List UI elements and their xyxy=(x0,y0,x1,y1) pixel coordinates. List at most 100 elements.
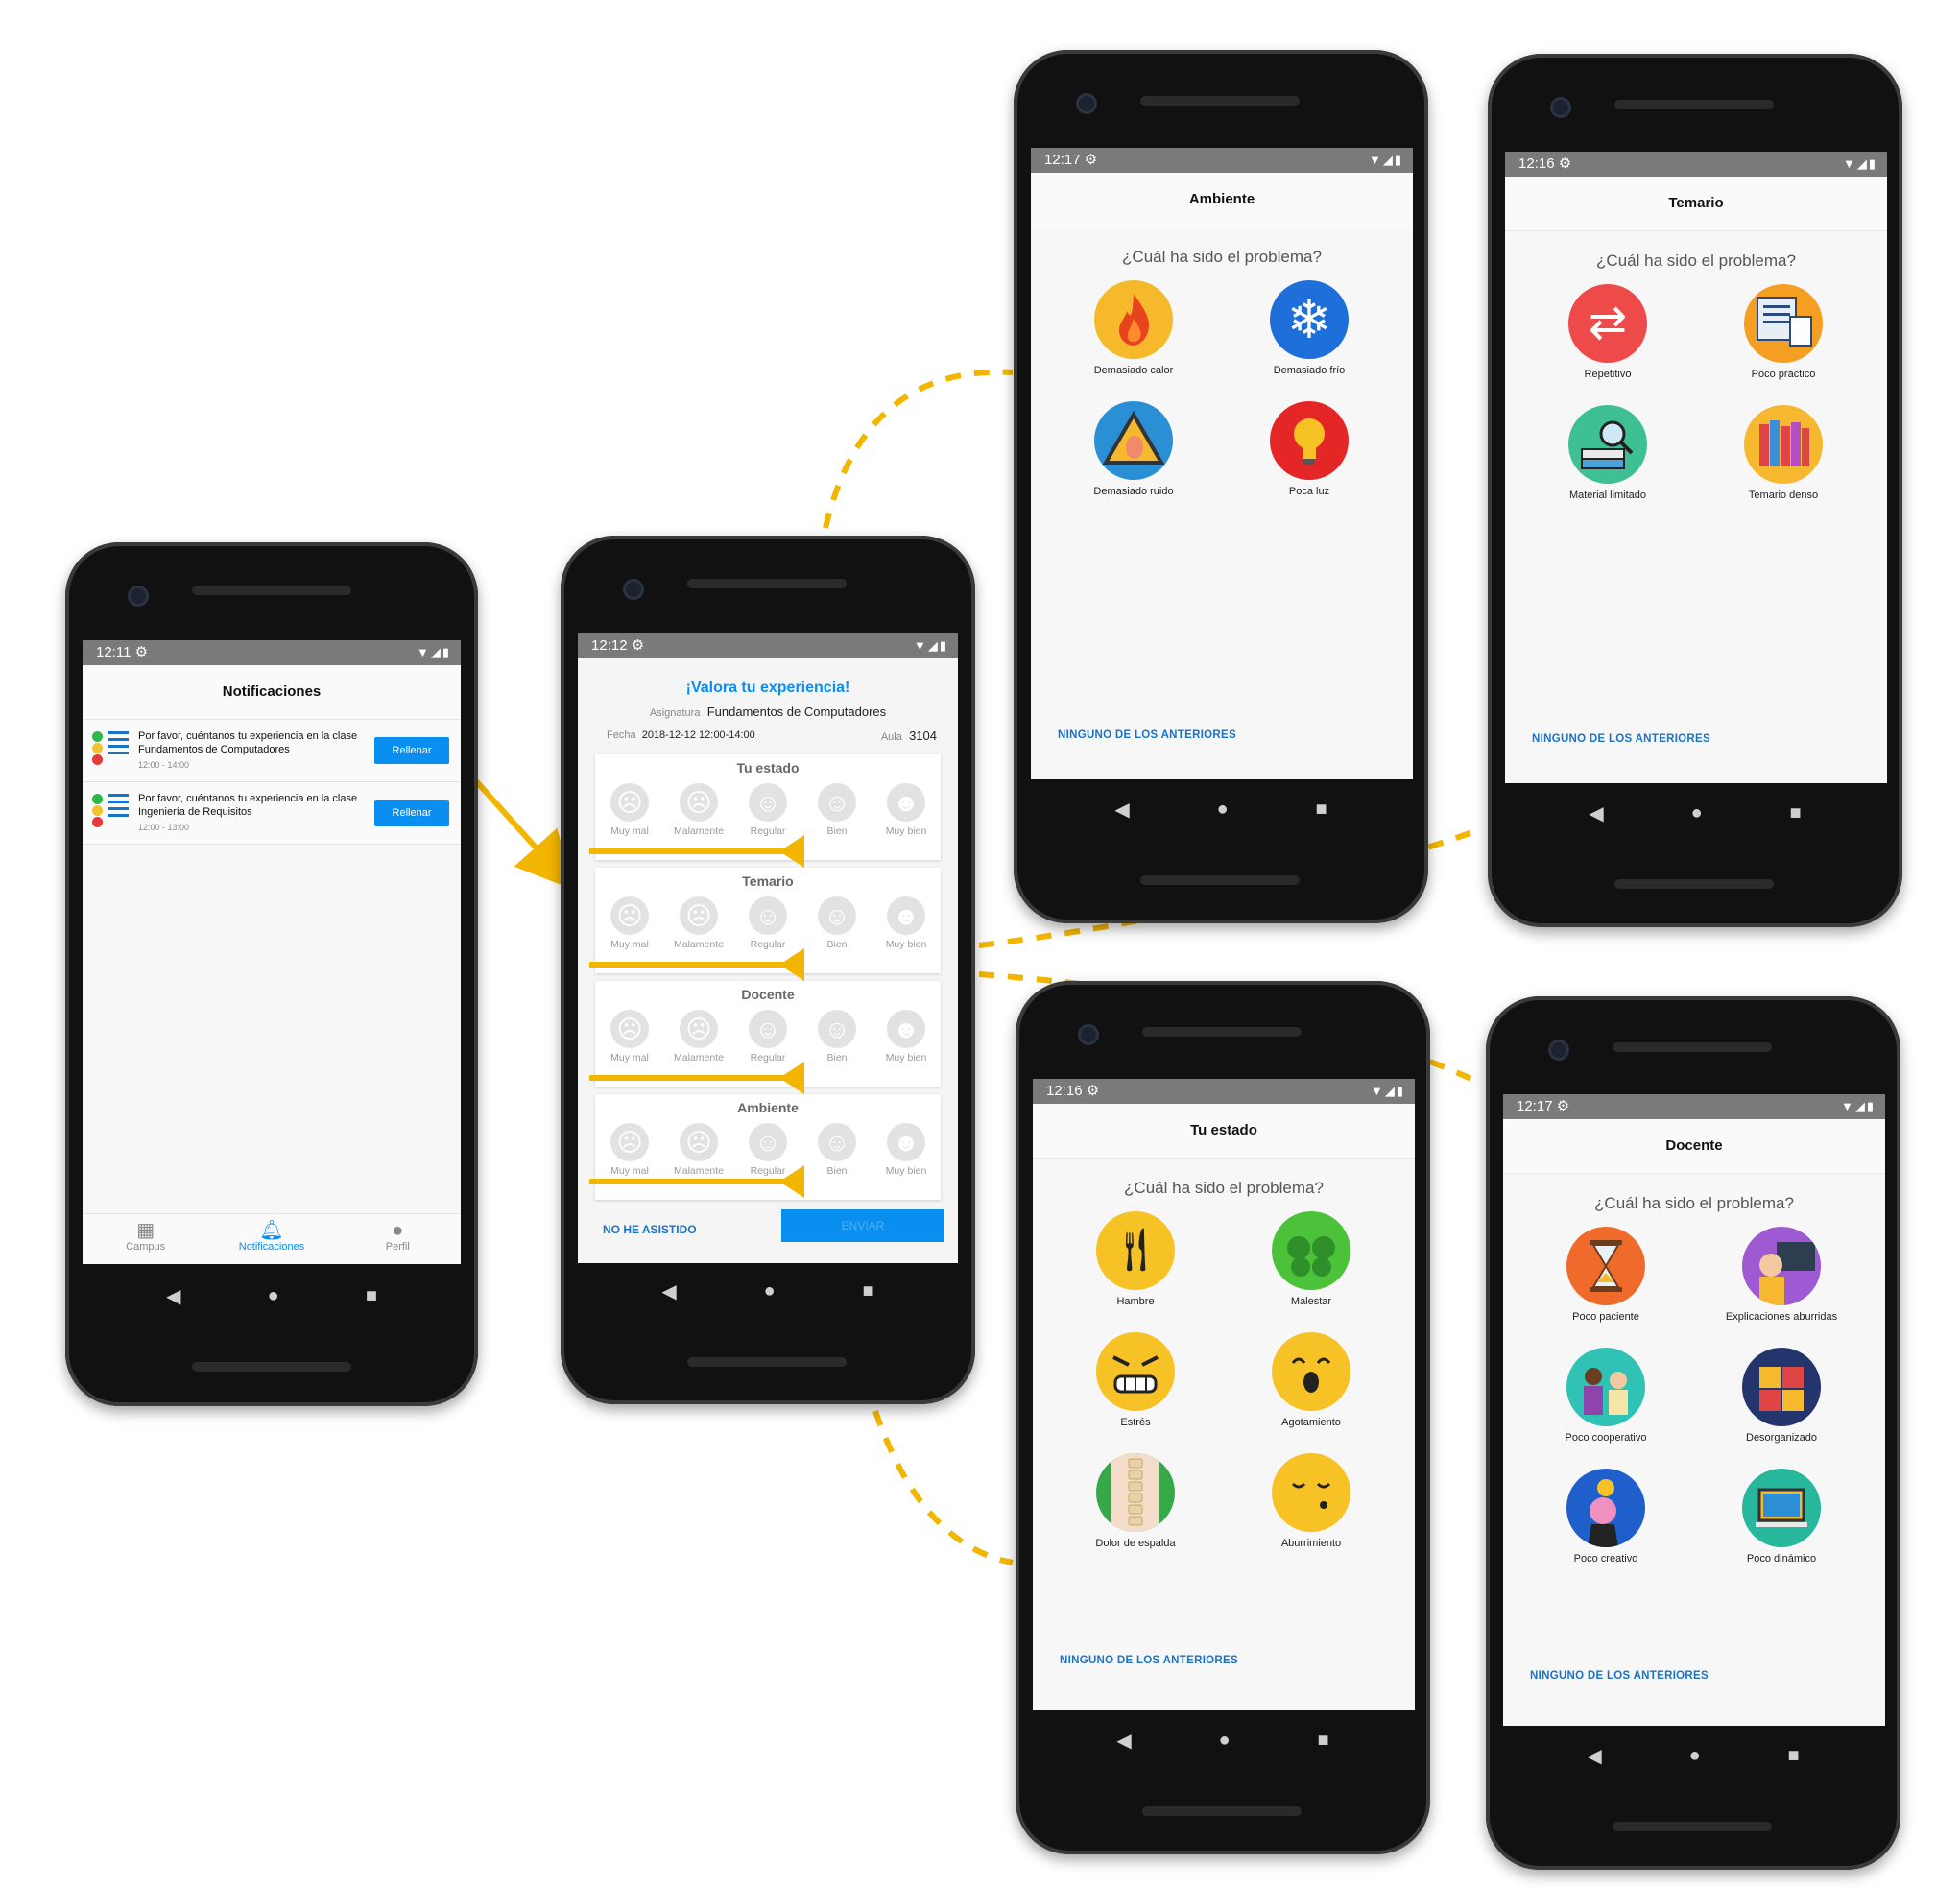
recents-icon[interactable]: ■ xyxy=(1317,1730,1328,1752)
very-sad-face-icon: ☹ xyxy=(610,896,649,935)
option-dolor-de-espalda[interactable]: Dolor de espalda xyxy=(1049,1453,1222,1549)
date-label: Fecha xyxy=(607,729,636,741)
none-of-the-above-button[interactable]: NINGUNO DE LOS ANTERIORES xyxy=(1058,729,1236,741)
highlight-arrow xyxy=(589,948,804,981)
back-icon[interactable]: ◀ xyxy=(1587,1744,1601,1768)
fill-button[interactable]: Rellenar xyxy=(374,737,449,764)
option-label: Estrés xyxy=(1120,1417,1151,1428)
rating-option[interactable]: ☹ Malamente xyxy=(670,896,728,950)
rating-card: Tu estado ☹ Muy mal ☹ Malamente ☺ Regular ☺… xyxy=(589,754,941,868)
screen: 12:17 ⚙ ▼◢▮ Docente ¿Cuál ha sido el prob… xyxy=(1503,1094,1885,1726)
home-icon[interactable]: ● xyxy=(268,1285,279,1307)
send-button[interactable]: ENVIAR xyxy=(781,1209,944,1242)
rating-option[interactable]: ☹ Muy mal xyxy=(601,896,658,950)
option-aburrimiento[interactable]: Aburrimiento xyxy=(1225,1453,1398,1549)
recents-icon[interactable]: ■ xyxy=(1315,799,1327,821)
option-explicaciones-aburridas[interactable]: Explicaciones aburridas xyxy=(1695,1227,1868,1323)
grin-face-icon: ☻ xyxy=(887,1010,925,1048)
rating-option[interactable]: ☺ Bien xyxy=(808,896,866,950)
grin-face-icon: ☻ xyxy=(887,896,925,935)
home-icon[interactable]: ● xyxy=(1219,1730,1231,1752)
option-estres[interactable]: Estrés xyxy=(1049,1332,1222,1428)
option-agotamiento[interactable]: Agotamiento xyxy=(1225,1332,1398,1428)
phone-ambiente: 12:17 ⚙ ▼◢▮ Ambiente ¿Cuál ha sido el pro… xyxy=(1014,50,1428,923)
nav-perfil[interactable]: ● Perfil xyxy=(335,1214,460,1264)
back-icon[interactable]: ◀ xyxy=(1589,801,1603,825)
bottom-speaker xyxy=(1613,1822,1772,1831)
back-icon[interactable]: ◀ xyxy=(166,1284,180,1308)
camera-icon xyxy=(1078,1024,1099,1045)
list-icon xyxy=(108,794,129,821)
option-repetitivo[interactable]: ⇄ Repetitivo xyxy=(1521,284,1694,380)
snowflake-icon: ❄ xyxy=(1270,280,1349,359)
status-icons: ▼◢▮ xyxy=(913,638,948,653)
recents-icon[interactable]: ■ xyxy=(862,1280,873,1302)
sad-face-icon: ☹ xyxy=(680,896,718,935)
recents-icon[interactable]: ■ xyxy=(1789,802,1801,825)
rating-option[interactable]: ☹ Malamente xyxy=(670,1123,728,1177)
recents-icon[interactable]: ■ xyxy=(1787,1745,1799,1767)
none-of-the-above-button[interactable]: NINGUNO DE LOS ANTERIORES xyxy=(1530,1670,1709,1682)
rating-option[interactable]: ☻ Muy bien xyxy=(877,1123,935,1177)
bottom-speaker xyxy=(192,1362,351,1372)
rating-option[interactable]: ☺ Regular xyxy=(739,783,797,837)
rating-label: Muy mal xyxy=(610,1052,649,1063)
option-poco-cooperativo[interactable]: Poco cooperativo xyxy=(1519,1348,1692,1444)
rating-option[interactable]: ☺ Regular xyxy=(739,896,797,950)
none-of-the-above-button[interactable]: NINGUNO DE LOS ANTERIORES xyxy=(1532,733,1710,745)
option-label: Repetitivo xyxy=(1584,369,1632,380)
option-poco-paciente[interactable]: Poco paciente xyxy=(1519,1227,1692,1323)
back-icon[interactable]: ◀ xyxy=(661,1279,676,1303)
rating-option[interactable]: ☹ Muy mal xyxy=(601,1010,658,1063)
rating-option[interactable]: ☻ Muy bien xyxy=(877,896,935,950)
lightbulb-icon xyxy=(1270,401,1349,480)
rating-option[interactable]: ☹ Malamente xyxy=(670,1010,728,1063)
option-temario-denso[interactable]: Temario denso xyxy=(1697,405,1870,501)
notification-item[interactable]: Por favor, cuéntanos tu experiencia en l… xyxy=(83,720,461,782)
rating-option[interactable]: ☹ Malamente xyxy=(670,783,728,837)
rating-option[interactable]: ☺ Bien xyxy=(808,1123,866,1177)
option-label: Demasiado frío xyxy=(1273,365,1346,376)
option-desorganizado[interactable]: Desorganizado xyxy=(1695,1348,1868,1444)
recents-icon[interactable]: ■ xyxy=(366,1285,377,1307)
option-poco-dinamico[interactable]: Poco dinámico xyxy=(1695,1469,1868,1565)
home-icon[interactable]: ● xyxy=(1217,799,1229,821)
sad-face-icon: ☹ xyxy=(680,783,718,822)
speaker xyxy=(1613,1042,1772,1052)
none-of-the-above-button[interactable]: NINGUNO DE LOS ANTERIORES xyxy=(1060,1655,1238,1666)
option-poco-practico[interactable]: Poco práctico xyxy=(1697,284,1870,380)
option-label: Desorganizado xyxy=(1746,1432,1817,1444)
nav-notificaciones[interactable]: 🔔︎ Notificaciones xyxy=(209,1214,334,1264)
option-malestar[interactable]: Malestar xyxy=(1225,1211,1398,1307)
not-attended-button[interactable]: NO HE ASISTIDO xyxy=(603,1223,697,1236)
home-icon[interactable]: ● xyxy=(764,1280,776,1302)
option-material-limitado[interactable]: Material limitado xyxy=(1521,405,1694,501)
option-label: Material limitado xyxy=(1568,490,1647,501)
option-demasiado-ruido[interactable]: Demasiado ruido xyxy=(1047,401,1220,497)
option-poca-luz[interactable]: Poca luz xyxy=(1223,401,1396,497)
option-label: Dolor de espalda xyxy=(1095,1538,1176,1549)
rating-option[interactable]: ☻ Muy bien xyxy=(877,1010,935,1063)
notification-item[interactable]: Por favor, cuéntanos tu experiencia en l… xyxy=(83,782,461,845)
back-icon[interactable]: ◀ xyxy=(1116,1729,1131,1753)
option-hambre[interactable]: 🍴︎ Hambre xyxy=(1049,1211,1222,1307)
rating-option[interactable]: ☺ Regular xyxy=(739,1010,797,1063)
bookshelf-icon xyxy=(1744,405,1823,484)
nav-campus[interactable]: ▦ Campus xyxy=(84,1214,208,1264)
rating-option[interactable]: ☺ Bien xyxy=(808,1010,866,1063)
rating-option[interactable]: ☺ Bien xyxy=(808,783,866,837)
option-poco-creativo[interactable]: Poco creativo xyxy=(1519,1469,1692,1565)
rating-option[interactable]: ☻ Muy bien xyxy=(877,783,935,837)
fire-icon xyxy=(1094,280,1173,359)
home-icon[interactable]: ● xyxy=(1689,1745,1701,1767)
camera-icon xyxy=(1548,1040,1569,1061)
phone-tu-estado: 12:16 ⚙ ▼◢▮ Tu estado ¿Cuál ha sido el pr… xyxy=(1016,981,1430,1854)
home-icon[interactable]: ● xyxy=(1691,802,1703,825)
rating-option[interactable]: ☹ Muy mal xyxy=(601,783,658,837)
rating-option[interactable]: ☹ Muy mal xyxy=(601,1123,658,1177)
fill-button[interactable]: Rellenar xyxy=(374,800,449,826)
puzzle-icon xyxy=(1742,1348,1821,1426)
option-demasiado-frio[interactable]: ❄ Demasiado frío xyxy=(1223,280,1396,376)
back-icon[interactable]: ◀ xyxy=(1114,798,1129,822)
option-demasiado-calor[interactable]: Demasiado calor xyxy=(1047,280,1220,376)
